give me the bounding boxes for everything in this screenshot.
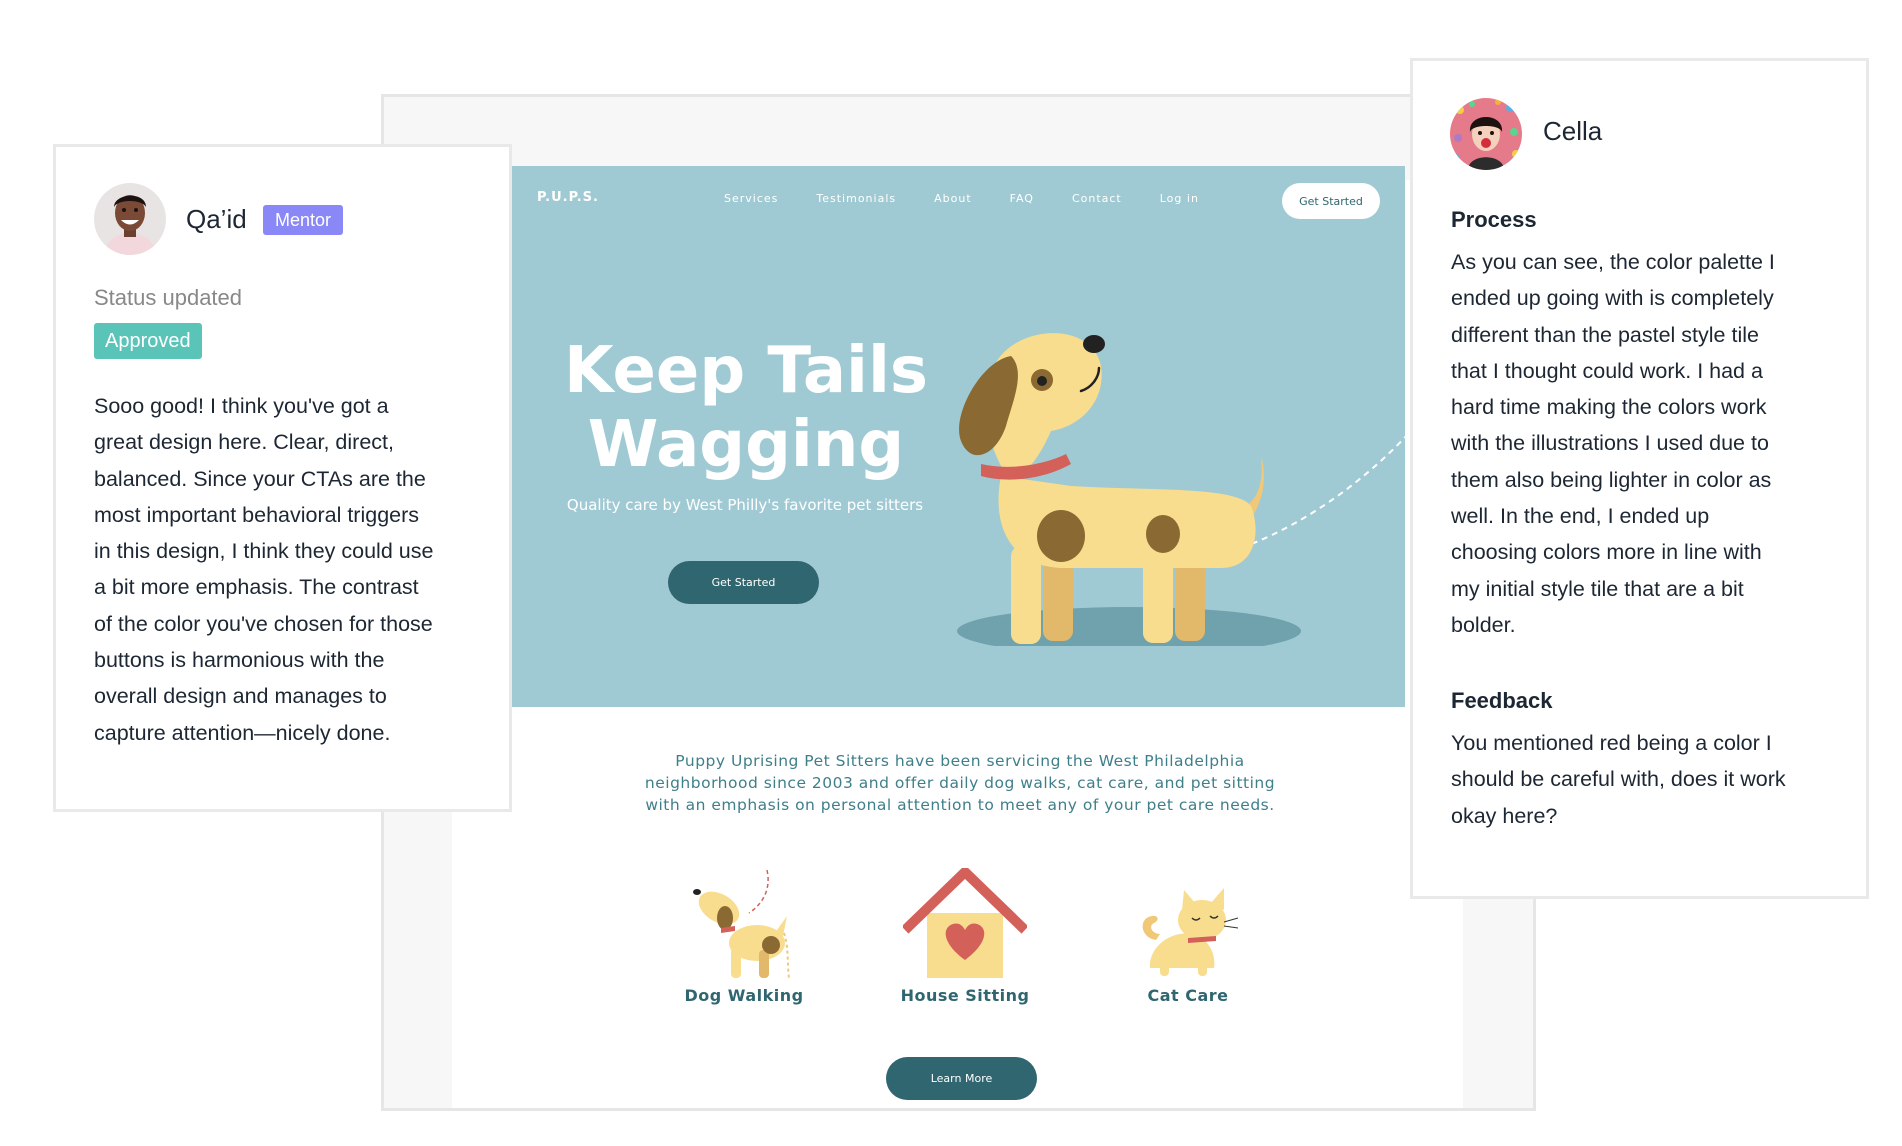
process-line: choosing colors more in line with [1451, 540, 1762, 565]
comment-line: most important behavioral triggers [94, 502, 420, 527]
avatar[interactable] [1450, 98, 1522, 170]
intro-line: Puppy Uprising Pet Sitters have been ser… [675, 752, 1245, 770]
feedback-line: should be careful with, does it work [1451, 767, 1786, 792]
nav-link-about[interactable]: About [934, 192, 972, 205]
hero-get-started-button[interactable]: Get Started [668, 561, 819, 604]
comment-line: buttons is harmonious with the [94, 648, 385, 673]
hero-title-line-1: Keep Tails [564, 334, 928, 408]
student-name[interactable]: Cella [1543, 116, 1602, 147]
hero-title-line-2: Wagging [587, 408, 905, 482]
feedback-heading: Feedback [1451, 688, 1553, 713]
status-badge: Approved [94, 323, 202, 359]
site-logo[interactable]: P.U.P.S. [537, 190, 599, 205]
process-line: hard time making the colors work [1451, 395, 1767, 420]
service-label: Cat Care [1147, 986, 1229, 1005]
feedback-text: You mentioned red being a color I should… [1451, 725, 1843, 834]
process-heading: Process [1451, 207, 1537, 232]
comment-line: Sooo good! I think you've got a [94, 394, 389, 418]
comment-line: balanced. Since your CTAs are the [94, 466, 426, 491]
feedback-line: You mentioned red being a color I [1451, 731, 1772, 755]
site-nav: Services Testimonials About FAQ Contact … [724, 192, 1237, 205]
nav-link-faq[interactable]: FAQ [1010, 192, 1034, 205]
service-dog-walking[interactable]: Dog Walking [664, 868, 824, 1005]
process-line: them also being lighter in color as [1451, 467, 1772, 492]
feedback-line: okay here? [1451, 803, 1558, 828]
status-label: Status updated [94, 285, 243, 310]
mentor-comment-card: Qa’id Mentor Status updated Approved Soo… [53, 144, 512, 812]
process-line: with the illustrations I used due to [1451, 431, 1769, 456]
nav-link-testimonials[interactable]: Testimonials [816, 192, 896, 205]
dog-walking-icon [693, 869, 790, 979]
intro-line: with an emphasis on personal attention t… [645, 796, 1275, 814]
student-avatar-image [1450, 98, 1522, 170]
hero-title: Keep Tails Wagging [551, 334, 941, 482]
student-comment-card: Cella Process As you can see, the color … [1410, 58, 1869, 899]
intro-paragraph: Puppy Uprising Pet Sitters have been ser… [600, 750, 1320, 816]
mentor-comment-text: Sooo good! I think you've got a great de… [94, 388, 486, 751]
mentor-avatar-image [94, 183, 166, 255]
comment-line: in this design, I think they could use [94, 539, 434, 564]
house-heart-icon [903, 868, 1027, 978]
nav-get-started-button[interactable]: Get Started [1282, 183, 1380, 219]
intro-line: neighborhood since 2003 and offer daily … [644, 774, 1276, 792]
comment-line: a bit more emphasis. The contrast [94, 575, 419, 600]
avatar[interactable] [94, 183, 166, 255]
hero-section: P.U.P.S. Services Testimonials About FAQ… [511, 166, 1405, 707]
nav-link-services[interactable]: Services [724, 192, 778, 205]
service-cat-care[interactable]: Cat Care [1108, 868, 1268, 1005]
process-line: that I thought could work. I had a [1451, 358, 1763, 383]
process-line: ended up going with is completely [1451, 286, 1774, 311]
learn-more-button[interactable]: Learn More [886, 1057, 1037, 1100]
service-house-sitting[interactable]: House Sitting [885, 868, 1045, 1005]
process-line: As you can see, the color palette I [1451, 250, 1775, 274]
process-text: As you can see, the color palette I ende… [1451, 244, 1843, 643]
dog-illustration [957, 333, 1405, 646]
cat-icon [1142, 888, 1239, 976]
nav-link-login[interactable]: Log in [1160, 192, 1199, 205]
process-line: my initial style tile that are a bit [1451, 576, 1744, 601]
comment-line: of the color you've chosen for those [94, 611, 433, 636]
mentor-badge: Mentor [263, 205, 344, 235]
comment-line: great design here. Clear, direct, [94, 430, 394, 455]
nav-link-contact[interactable]: Contact [1072, 192, 1122, 205]
comment-line: overall design and manages to [94, 684, 387, 709]
service-label: Dog Walking [684, 986, 804, 1005]
service-label: House Sitting [900, 986, 1030, 1005]
process-line: well. In the end, I ended up [1451, 504, 1710, 529]
hero-subtitle: Quality care by West Philly's favorite p… [566, 496, 924, 514]
mentor-name[interactable]: Qa’id [186, 204, 247, 235]
comment-line: capture attention—nicely done. [94, 720, 391, 745]
process-line: bolder. [1451, 612, 1516, 637]
process-line: different than the pastel style tile [1451, 322, 1759, 347]
